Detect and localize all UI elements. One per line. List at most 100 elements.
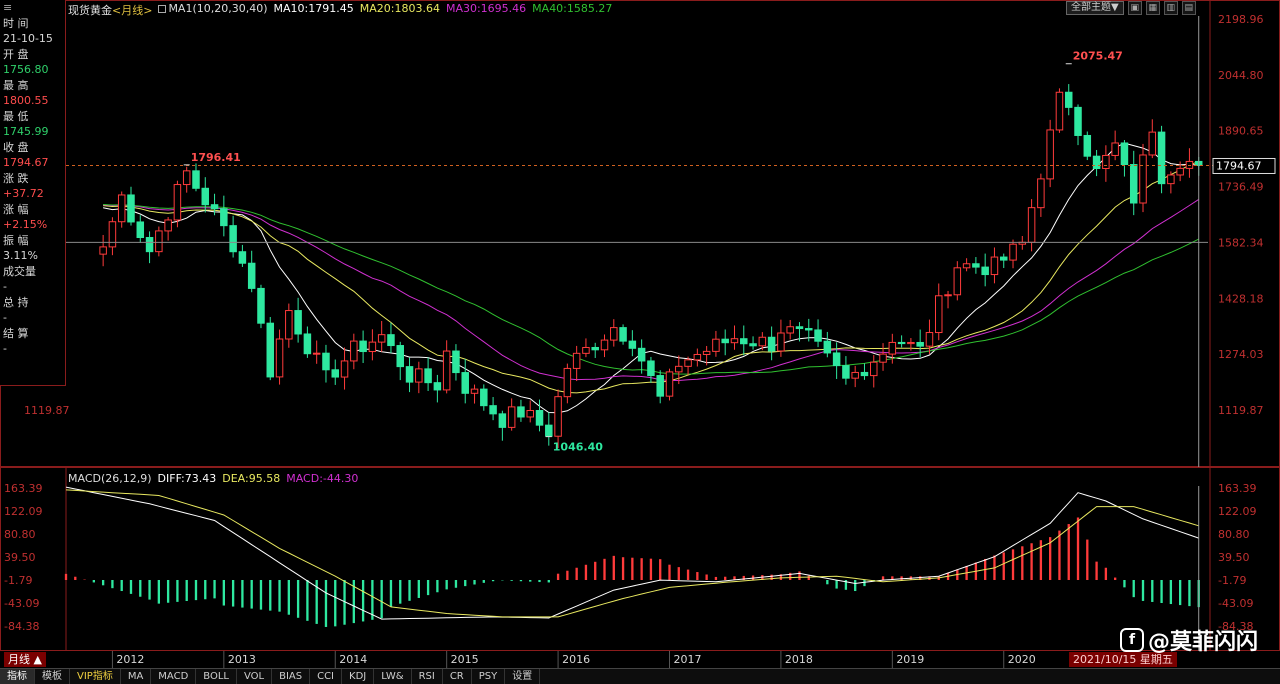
bottom-tab[interactable]: LW&	[374, 669, 412, 684]
candle-body	[1120, 142, 1129, 166]
bottom-tab[interactable]: CR	[443, 669, 472, 684]
candle-body	[758, 336, 767, 347]
bottom-tab[interactable]: CCI	[310, 669, 343, 684]
ma-params: MA1(10,20,30,40)	[168, 2, 268, 15]
candle-body	[767, 336, 776, 352]
candle-body	[749, 343, 757, 347]
candle-body	[498, 413, 507, 428]
quote-info-panel: ≡ 时 间 21-10-15 开 盘 1756.80 最 高 1800.55 最…	[0, 0, 66, 386]
candle-body	[777, 332, 785, 352]
bottom-tab[interactable]: KDJ	[342, 669, 375, 684]
low-label: 最 低	[3, 109, 29, 123]
candle-body	[331, 369, 340, 378]
year-label: 2018	[785, 653, 813, 666]
year-label: 2014	[339, 653, 367, 666]
diff-value: DIFF:73.43	[157, 472, 217, 485]
instrument-title[interactable]: 现货黄金	[68, 2, 112, 18]
macd-tick-label-right: 39.50	[1218, 551, 1250, 564]
period-badge[interactable]: 月线 ▲	[4, 652, 46, 667]
candle-body	[675, 365, 683, 373]
candle-body	[192, 170, 200, 189]
candle-body	[368, 341, 377, 353]
candle-body	[934, 295, 943, 334]
close-value: 1794.67	[3, 156, 49, 169]
bottom-tab[interactable]: VIP指标	[70, 669, 121, 684]
macd-tick-label-right: -1.79	[1218, 574, 1246, 587]
period-label[interactable]: <月线>	[112, 2, 152, 18]
extreme-price-label: 1796.41	[191, 151, 241, 164]
candle-body	[647, 360, 655, 377]
bottom-tab[interactable]: MACD	[151, 669, 197, 684]
bottom-tab[interactable]: 模板	[35, 669, 70, 684]
ma-indicator-name[interactable]: MA1(10,20,30,40)	[158, 2, 268, 18]
bottom-tab[interactable]: 指标	[0, 669, 35, 684]
candle-body	[340, 360, 349, 378]
bottom-tab[interactable]: BIAS	[272, 669, 311, 684]
bottom-tab[interactable]: RSI	[412, 669, 443, 684]
split-icon[interactable]: ▥	[1163, 1, 1178, 15]
candle-body	[1129, 164, 1138, 204]
high-label: 最 高	[3, 78, 29, 92]
open-value: 1756.80	[3, 63, 49, 76]
candle-body	[591, 346, 599, 351]
candle-body	[610, 327, 618, 341]
macd-title[interactable]: MACD(26,12,9)	[68, 472, 152, 485]
volume-value: -	[3, 280, 7, 293]
candle-body	[962, 263, 971, 269]
candle-body	[795, 326, 804, 330]
candle-body	[322, 352, 330, 371]
bottom-tab[interactable]: MA	[121, 669, 152, 684]
candle-body	[572, 352, 581, 369]
candle-body	[108, 221, 117, 248]
grid-icon[interactable]: ▦	[1145, 1, 1160, 15]
pct-change-value: +2.15%	[3, 218, 48, 231]
bottom-tab[interactable]: 设置	[505, 669, 541, 684]
macd-tick-label-left: -43.09	[4, 597, 39, 610]
macd-tick-label-right: 122.09	[1218, 505, 1257, 518]
candle-body	[1157, 131, 1166, 185]
macd-panel-frame	[0, 467, 1280, 651]
candle-body	[461, 372, 469, 394]
price-chart[interactable]: 2198.96 2044.80 1890.65 1736.49 1582.34 1428.…	[0, 0, 1280, 468]
year-label: 2016	[562, 653, 590, 666]
candle-body	[600, 339, 609, 351]
chart-toolbar: 全部主题▼ ▣ ▦ ▥ ▤	[1066, 1, 1196, 15]
candle-body	[145, 237, 154, 253]
candle-body	[656, 375, 664, 397]
amplitude-value: 3.11%	[3, 249, 38, 262]
theme-dropdown-button[interactable]: 全部主题▼	[1066, 1, 1124, 15]
candle-body	[981, 266, 989, 276]
candle-body	[554, 396, 562, 437]
candle-body	[582, 346, 590, 354]
weibo-logo-icon: f	[1120, 628, 1144, 652]
candle-body	[257, 287, 265, 324]
macd-tick-label-left: -84.38	[4, 620, 39, 633]
close-label: 收 盘	[3, 140, 29, 154]
candle-body	[628, 340, 637, 349]
candle-body	[545, 424, 553, 437]
candle-body	[433, 382, 442, 391]
menu-icon[interactable]: ≡	[0, 0, 65, 16]
ma20-value: MA20:1803.64	[359, 2, 440, 15]
candle-body	[424, 368, 432, 384]
candle-body	[220, 208, 228, 227]
window-icon[interactable]: ▣	[1127, 1, 1142, 15]
bottom-tab[interactable]: PSY	[472, 669, 506, 684]
price-tick-label: 1119.87	[1218, 404, 1264, 417]
candle-body	[507, 406, 516, 428]
candle-body	[238, 251, 247, 264]
year-label: 2019	[896, 653, 924, 666]
price-tick-label: 2198.96	[1218, 13, 1264, 26]
diff-line	[65, 486, 1199, 620]
macd-tick-label-left: -1.79	[4, 574, 32, 587]
candle-body	[387, 334, 395, 347]
candle-body	[665, 371, 674, 397]
bottom-tab[interactable]: BOLL	[196, 669, 237, 684]
macd-tick-label-left: 39.50	[4, 551, 36, 564]
candle-body	[1139, 154, 1147, 204]
open-interest-value: -	[3, 311, 7, 324]
settings-icon[interactable]: ▤	[1181, 1, 1196, 15]
candle-body	[916, 341, 924, 347]
candle-body	[897, 341, 906, 345]
bottom-tab[interactable]: VOL	[237, 669, 273, 684]
